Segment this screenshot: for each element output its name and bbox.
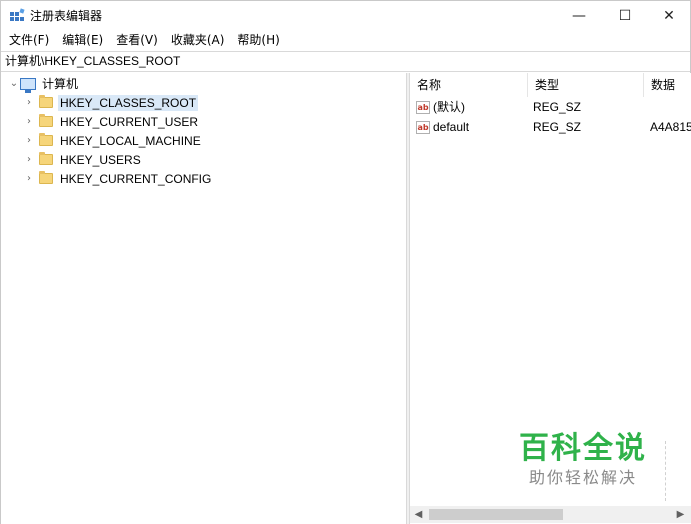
string-value-icon: ab [416, 121, 430, 135]
string-value-icon: ab [416, 101, 430, 115]
tree-item-label: HKEY_CURRENT_CONFIG [60, 171, 212, 186]
value-data: A4A815 [650, 120, 691, 134]
menu-edit[interactable]: 编辑(E) [57, 31, 108, 50]
value-name: (默认) [433, 100, 465, 114]
window-title: 注册表编辑器 [30, 9, 103, 23]
minimize-icon: — [572, 8, 586, 24]
key-tree-pane: ⌄ 计算机 › HKEY_CLASSES_ROOT › HKEY_CURRENT… [1, 73, 406, 524]
tree-item-label: HKEY_CURRENT_USER [60, 114, 199, 129]
folder-icon [39, 133, 53, 146]
menu-view[interactable]: 查看(V) [111, 31, 163, 50]
close-button[interactable]: ✕ [646, 1, 691, 31]
column-header-data[interactable]: 数据 [644, 73, 691, 97]
scroll-left-icon[interactable]: ◀ [410, 506, 427, 523]
chevron-right-icon[interactable]: › [23, 112, 35, 131]
chevron-right-icon[interactable]: › [23, 169, 35, 188]
tree-item-label: HKEY_USERS [60, 152, 141, 167]
folder-icon [39, 171, 53, 184]
watermark-title: 百科全说 [519, 431, 647, 466]
menu-file[interactable]: 文件(F) [4, 31, 54, 50]
menu-bar: 文件(F) 编辑(E) 查看(V) 收藏夹(A) 帮助(H) [1, 31, 690, 50]
chevron-right-icon[interactable]: › [23, 93, 35, 112]
registry-editor-window: 注册表编辑器 — ☐ ✕ 文件(F) 编辑(E) 查看(V) 收藏夹(A) 帮助… [0, 0, 691, 524]
menu-favorites[interactable]: 收藏夹(A) [166, 31, 230, 50]
tree-item-label: 计算机 [42, 77, 79, 91]
tree-item-label: HKEY_LOCAL_MACHINE [60, 133, 201, 148]
close-icon: ✕ [663, 8, 675, 24]
column-header-type[interactable]: 类型 [528, 73, 644, 97]
value-type: REG_SZ [533, 100, 582, 114]
divider [665, 441, 667, 501]
minimize-button[interactable]: — [556, 1, 602, 31]
title-bar: 注册表编辑器 — ☐ ✕ [1, 1, 690, 31]
chevron-down-icon[interactable]: ⌄ [8, 74, 20, 93]
maximize-button[interactable]: ☐ [602, 1, 648, 31]
address-bar[interactable]: 计算机\HKEY_CLASSES_ROOT [1, 51, 690, 72]
maximize-icon: ☐ [618, 8, 632, 24]
list-item[interactable]: ab default REG_SZ A4A815 [410, 117, 691, 137]
chevron-right-icon[interactable]: › [23, 150, 35, 169]
folder-icon [39, 95, 53, 108]
value-name-cell: ab (默认) [416, 97, 465, 117]
folder-icon [39, 114, 53, 127]
tree-item-hkey-current-user[interactable]: › HKEY_CURRENT_USER [23, 112, 200, 131]
tree-item-label: HKEY_CLASSES_ROOT [58, 94, 199, 111]
chevron-right-icon[interactable]: › [23, 131, 35, 150]
folder-icon [39, 152, 53, 165]
tree-item-computer[interactable]: ⌄ 计算机 [8, 74, 80, 93]
menu-help[interactable]: 帮助(H) [232, 31, 284, 50]
scrollbar-thumb[interactable] [429, 509, 563, 520]
computer-icon [20, 77, 36, 93]
scroll-right-icon[interactable]: ▶ [672, 506, 689, 523]
horizontal-scrollbar[interactable]: ◀ ▶ [410, 506, 691, 523]
column-header-name[interactable]: 名称 [410, 73, 528, 97]
tree-item-hkey-local-machine[interactable]: › HKEY_LOCAL_MACHINE [23, 131, 203, 150]
tree-item-hkey-classes-root[interactable]: › HKEY_CLASSES_ROOT [23, 93, 199, 112]
value-type: REG_SZ [533, 120, 582, 134]
tree-item-hkey-users[interactable]: › HKEY_USERS [23, 150, 143, 169]
value-name: default [433, 120, 470, 134]
list-item[interactable]: ab (默认) REG_SZ [410, 97, 691, 117]
watermark: 百科全说 助你轻松解决 [513, 431, 653, 489]
value-name-cell: ab default [416, 117, 469, 137]
tree-item-hkey-current-config[interactable]: › HKEY_CURRENT_CONFIG [23, 169, 213, 188]
regedit-icon [10, 8, 25, 21]
watermark-subtitle: 助你轻松解决 [528, 468, 637, 487]
